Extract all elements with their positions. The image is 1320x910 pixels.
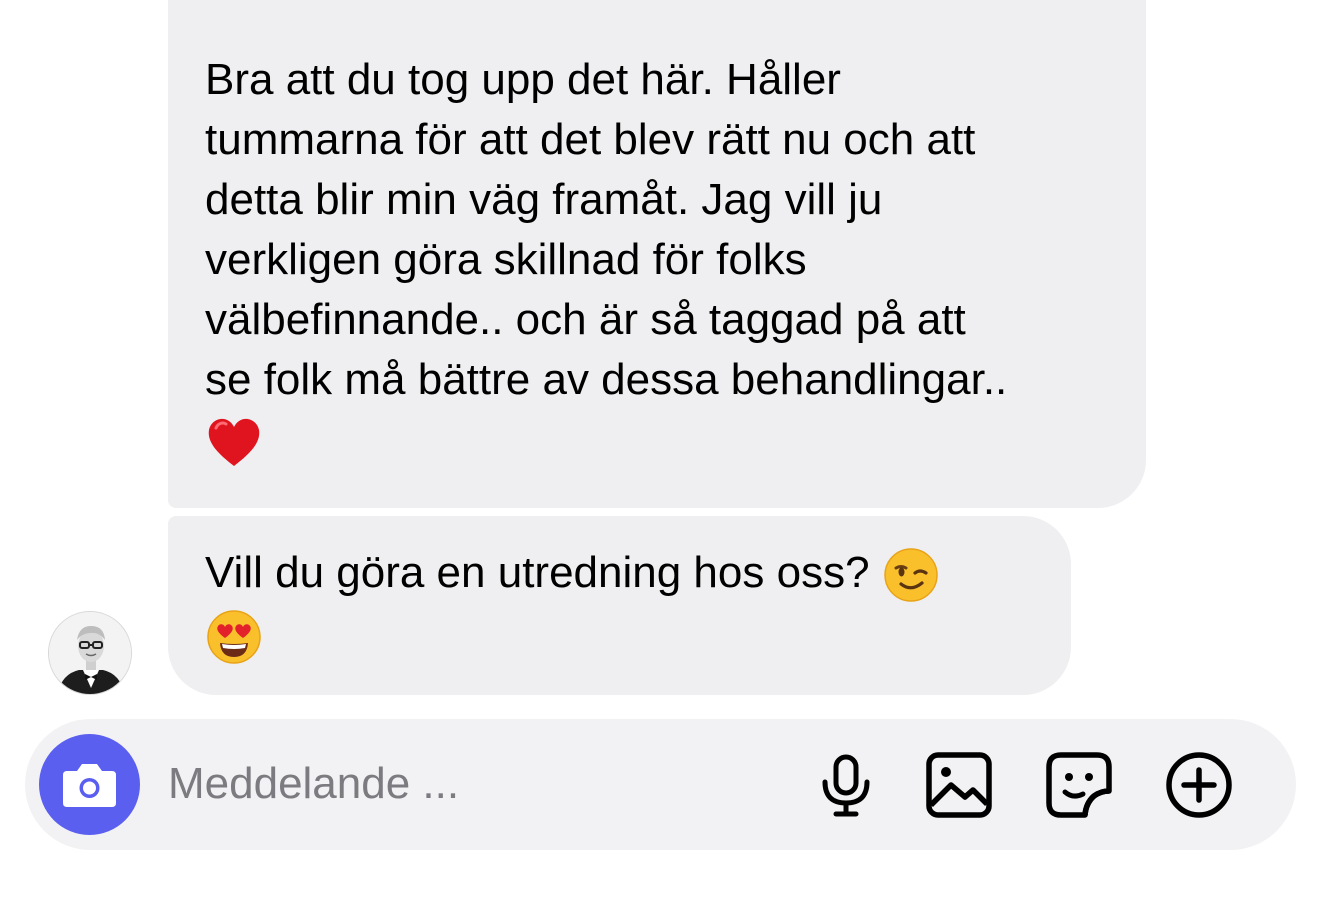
- message-line: se folk må bättre av dessa behandlingar.…: [205, 355, 1008, 404]
- winking-face-emoji: [882, 546, 940, 604]
- message-line: Bra att du tog upp det här. Håller: [205, 55, 841, 104]
- message-input[interactable]: [168, 754, 768, 814]
- camera-icon: [63, 764, 116, 807]
- microphone-icon: [822, 754, 870, 817]
- message-line: verkligen göra skillnad för folks: [205, 235, 807, 284]
- message-bubble[interactable]: Bra att du tog upp det här. Håller tumma…: [168, 0, 1146, 508]
- microphone-button[interactable]: [810, 749, 882, 821]
- contact-avatar[interactable]: [48, 611, 132, 695]
- gallery-button[interactable]: [923, 749, 995, 821]
- sticker-button[interactable]: [1043, 749, 1115, 821]
- message-composer: [25, 719, 1296, 850]
- sticker-icon: [1046, 752, 1112, 818]
- heart-eyes-emoji: [205, 608, 263, 666]
- message-line: tummarna för att det blev rätt nu och at…: [205, 115, 976, 164]
- message-line: Vill du göra en utredning hos oss?: [205, 548, 870, 597]
- camera-button[interactable]: [39, 734, 140, 835]
- red-heart-emoji: [205, 413, 263, 471]
- message-bubble[interactable]: Vill du göra en utredning hos oss?: [168, 516, 1071, 695]
- chat-screen: Bra att du tog upp det här. Håller tumma…: [0, 0, 1320, 910]
- message-line: detta blir min väg framåt. Jag vill ju: [205, 175, 883, 224]
- message-line: välbefinnande.. och är så taggad på att: [205, 295, 966, 344]
- image-icon: [926, 752, 992, 818]
- plus-circle-icon: [1166, 752, 1232, 818]
- add-button[interactable]: [1163, 749, 1235, 821]
